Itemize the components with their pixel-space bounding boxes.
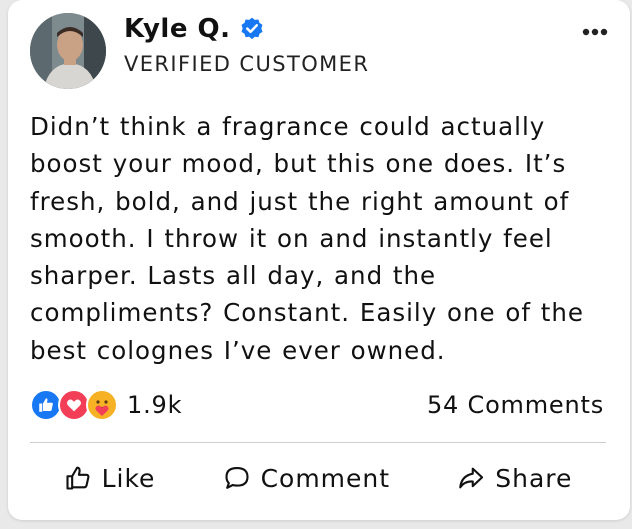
comment-label: Comment xyxy=(260,463,391,493)
divider xyxy=(30,442,606,443)
reactions-summary[interactable]: 1.9k xyxy=(30,389,182,421)
post-body-text: Didn’t think a fragrance could actually … xyxy=(30,112,584,365)
like-button[interactable]: Like xyxy=(64,464,156,493)
share-button[interactable]: Share xyxy=(457,464,572,493)
action-bar: Like Comment Share xyxy=(30,458,606,498)
like-label: Like xyxy=(101,463,156,493)
post-card: Kyle Q. VERIFIED CUSTOMER Didn’t think a… xyxy=(8,0,630,520)
comments-count[interactable]: 54 Comments xyxy=(427,391,604,419)
share-label: Share xyxy=(495,463,573,493)
comment-bubble-icon xyxy=(225,467,249,489)
avatar-photo xyxy=(30,13,106,89)
verified-badge-icon xyxy=(241,17,263,40)
avatar[interactable] xyxy=(30,13,106,89)
author-name[interactable]: Kyle Q. xyxy=(124,14,231,44)
thumbs-up-icon xyxy=(66,466,90,490)
share-arrow-icon xyxy=(459,467,484,489)
author-row: Kyle Q. xyxy=(124,14,265,44)
comment-button[interactable]: Comment xyxy=(223,464,391,493)
more-options-icon[interactable] xyxy=(580,22,610,42)
reaction-count: 1.9k xyxy=(127,391,183,419)
author-subtitle: VERIFIED CUSTOMER xyxy=(124,52,370,76)
care-reaction-icon xyxy=(86,389,118,421)
